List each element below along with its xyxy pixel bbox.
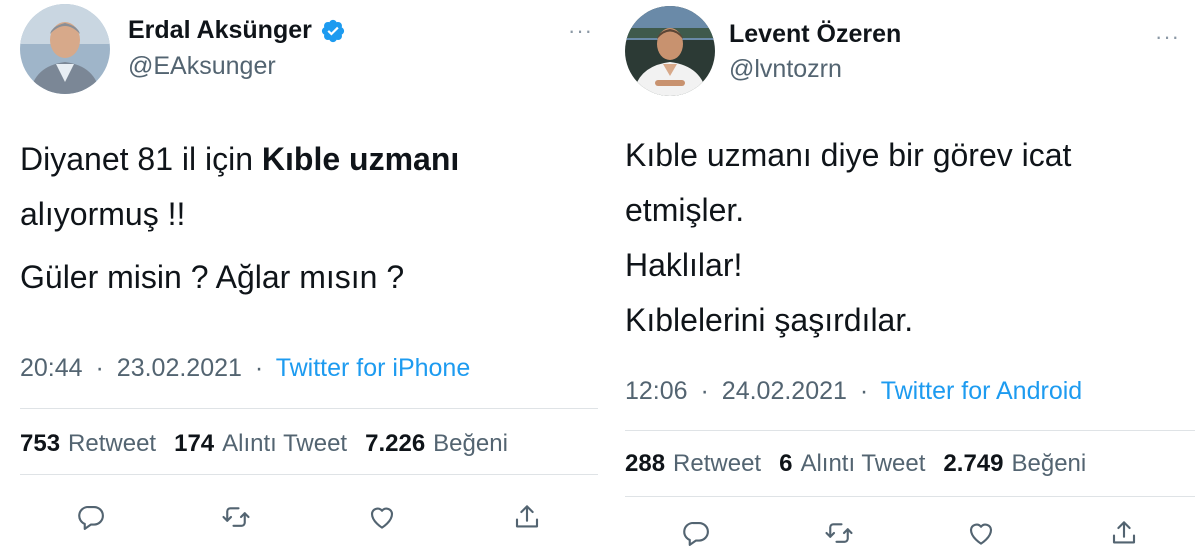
tweet-date[interactable]: 23.02.2021 [117,354,242,382]
avatar-image [20,4,110,94]
tweet-text-line-3: Haklılar! [625,247,743,283]
tweet-card-levent: Levent Özeren @lvntozrn ··· Kıble uzmanı… [605,0,1200,552]
avatar[interactable] [625,6,715,96]
tweet-text-plain: Diyanet 81 il için [20,141,262,177]
avatar-image [625,6,715,96]
tweet-text-line-4: Kıblelerini şaşırdılar. [625,302,914,338]
quote-count-value: 6 [779,450,793,477]
display-name[interactable]: Levent Özeren [729,20,901,49]
retweet-icon[interactable] [822,516,856,550]
like-count-value: 2.749 [943,450,1004,477]
tweet-meta: 20:44 · 23.02.2021 · Twitter for iPhone [20,354,470,383]
author-name-row: Levent Özeren [729,20,901,49]
retweet-icon[interactable] [219,500,253,534]
avatar[interactable] [20,4,110,94]
retweet-count[interactable]: 753 Retweet [20,430,156,458]
retweet-count-value: 288 [625,450,666,477]
handle[interactable]: @EAksunger [128,52,276,81]
like-icon[interactable] [964,516,998,550]
divider [20,408,598,409]
like-count[interactable]: 2.749 Beğeni [943,450,1086,478]
retweet-count[interactable]: 288 Retweet [625,450,761,478]
divider [20,474,598,475]
tweet-actions [679,516,1141,550]
tweet-card-erdal: Erdal Aksünger @EAksunger ··· Diyanet 81… [0,0,605,552]
more-icon[interactable]: ··· [1155,24,1180,50]
tweet-time[interactable]: 20:44 [20,354,83,382]
tweet-meta: 12:06 · 24.02.2021 · Twitter for Android [625,377,1082,406]
verified-badge-icon [320,18,346,44]
tweet-stats: 288 Retweet 6 Alıntı Tweet 2.749 Beğeni [625,450,1086,478]
display-name[interactable]: Erdal Aksünger [128,16,312,45]
quote-count-value: 174 [174,430,215,457]
more-icon[interactable]: ··· [568,18,593,44]
retweet-count-label: Retweet [673,450,762,477]
tweet-text-line-1: Kıble uzmanı diye bir görev icat [625,137,1072,173]
meta-separator: · [95,354,104,382]
tweet-text: Diyanet 81 il için Kıble uzmanı alıyormu… [20,132,459,305]
meta-separator: · [254,354,264,382]
divider [625,496,1195,497]
tweet-text-line-3: Güler misin ? Ağlar mısın ? [20,259,405,295]
author-name-row: Erdal Aksünger [128,16,346,45]
quote-count-label: Alıntı Tweet [800,450,926,477]
meta-separator: · [859,377,869,405]
quote-count-label: Alıntı Tweet [222,430,348,457]
share-icon[interactable] [510,500,544,534]
retweet-count-label: Retweet [68,430,157,457]
tweet-text-line-1: Diyanet 81 il için Kıble uzmanı [20,132,459,187]
like-count-value: 7.226 [365,430,426,457]
tweet-text-line-2: alıyormuş !! [20,196,186,232]
tweet-text-line-2: etmişler. [625,192,745,228]
like-count-label: Beğeni [433,430,508,457]
reply-icon[interactable] [679,516,713,550]
retweet-count-value: 753 [20,430,61,457]
reply-icon[interactable] [74,500,108,534]
like-count-label: Beğeni [1011,450,1087,477]
quote-count[interactable]: 174 Alıntı Tweet [174,430,347,458]
tweet-stats: 753 Retweet 174 Alıntı Tweet 7.226 Beğen… [20,430,508,458]
meta-separator: · [700,377,709,405]
like-count[interactable]: 7.226 Beğeni [365,430,508,458]
quote-count[interactable]: 6 Alıntı Tweet [779,450,925,478]
tweet-time[interactable]: 12:06 [625,377,688,405]
handle[interactable]: @lvntozrn [729,55,842,84]
tweet-source-link[interactable]: Twitter for iPhone [276,354,471,382]
share-icon[interactable] [1107,516,1141,550]
like-icon[interactable] [365,500,399,534]
tweet-text-bold: Kıble uzmanı [261,141,460,177]
tweet-source-link[interactable]: Twitter for Android [881,377,1082,405]
tweet-text: Kıble uzmanı diye bir görev icat etmişle… [625,128,1071,348]
tweet-actions [74,500,544,534]
tweet-date[interactable]: 24.02.2021 [722,377,847,405]
divider [625,430,1195,431]
